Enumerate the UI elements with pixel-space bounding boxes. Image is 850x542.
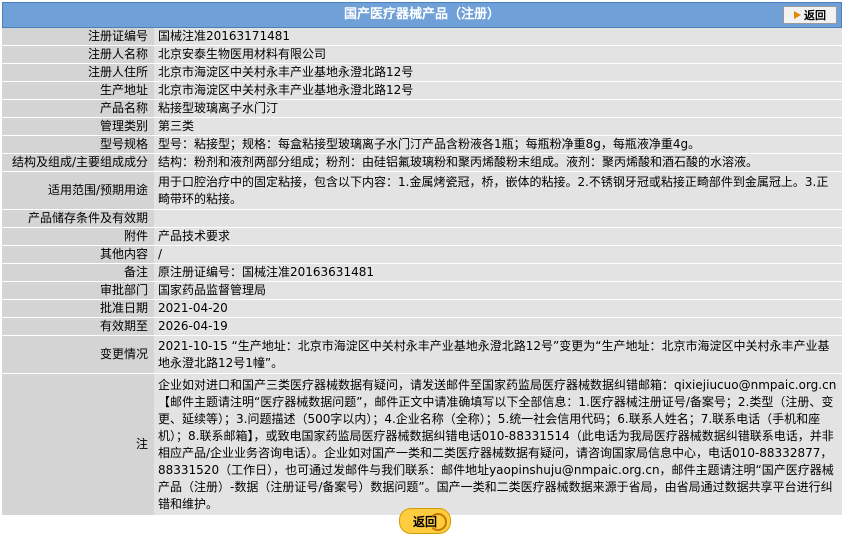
field-value: 型号：粘接型；规格：每盒粘接型玻璃离子水门汀产品含粉液各1瓶；每瓶粉净重8g，每… [154,135,842,154]
row-registration-number: 注册证编号 国械注准20163171481 [2,28,842,46]
field-value: 2021-10-15 “生产地址：北京市海淀区中关村永丰产业基地永澄北路12号”… [154,335,842,374]
detail-table: 注册证编号 国械注准20163171481 注册人名称 北京安泰生物医用材料有限… [2,28,842,516]
field-label: 产品储存条件及有效期 [2,209,154,228]
row-production-address: 生产地址 北京市海淀区中关村永丰产业基地永澄北路12号 [2,81,842,100]
field-value: 北京安泰生物医用材料有限公司 [154,45,842,64]
field-value: 结构：粉剂和液剂两部分组成；粉剂：由硅铝氟玻璃粉和聚丙烯酸粉末组成。液剂：聚丙烯… [154,153,842,172]
field-label: 变更情况 [2,335,154,374]
field-label: 产品名称 [2,99,154,118]
field-label: 注册人住所 [2,63,154,82]
field-value: 国械注准20163171481 [154,28,842,46]
field-value: 第三类 [154,117,842,136]
row-structure-composition: 结构及组成/主要组成成分 结构：粉剂和液剂两部分组成；粉剂：由硅铝氟玻璃粉和聚丙… [2,153,842,172]
field-value: 国家药品监督管理局 [154,281,842,300]
field-value: 2021-04-20 [154,299,842,318]
row-storage-validity: 产品储存条件及有效期 [2,209,842,228]
row-model-spec: 型号规格 型号：粘接型；规格：每盒粘接型玻璃离子水门汀产品含粉液各1瓶；每瓶粉净… [2,135,842,154]
row-other-content: 其他内容 / [2,245,842,264]
field-value: 北京市海淀区中关村永丰产业基地永澄北路12号 [154,63,842,82]
field-label: 型号规格 [2,135,154,154]
field-label: 适用范围/预期用途 [2,171,154,210]
field-label: 注册人名称 [2,45,154,64]
field-value: 企业如对进口和国产三类医疗器械数据有疑问，请发送邮件至国家药监局医疗器械数据纠错… [154,373,842,516]
row-product-name: 产品名称 粘接型玻璃离子水门汀 [2,99,842,118]
field-value: 原注册证编号：国械注准20163631481 [154,263,842,282]
row-valid-until: 有效期至 2026-04-19 [2,317,842,336]
row-remarks: 备注 原注册证编号：国械注准20163631481 [2,263,842,282]
field-label: 注 [2,373,154,516]
back-button-top-label: 返回 [804,9,826,22]
row-approval-date: 批准日期 2021-04-20 [2,299,842,318]
field-label: 批准日期 [2,299,154,318]
field-label: 结构及组成/主要组成成分 [2,153,154,172]
field-value: 产品技术要求 [154,227,842,246]
detail-panel: 国产医疗器械产品（注册） 返回 注册证编号 国械注准20163171481 注册… [2,2,842,516]
field-label: 管理类别 [2,117,154,136]
row-registrant-address: 注册人住所 北京市海淀区中关村永丰产业基地永澄北路12号 [2,63,842,82]
field-value [154,209,842,228]
back-button-top[interactable]: 返回 [783,6,837,24]
arrow-right-icon [794,11,801,19]
field-label: 附件 [2,227,154,246]
field-label: 备注 [2,263,154,282]
row-management-category: 管理类别 第三类 [2,117,842,136]
field-value: 2026-04-19 [154,317,842,336]
field-value: 北京市海淀区中关村永丰产业基地永澄北路12号 [154,81,842,100]
row-note: 注 企业如对进口和国产三类医疗器械数据有疑问，请发送邮件至国家药监局医疗器械数据… [2,373,842,516]
row-registrant-name: 注册人名称 北京安泰生物医用材料有限公司 [2,45,842,64]
back-button-bottom[interactable]: 返回 [399,508,451,534]
panel-title: 国产医疗器械产品（注册） [343,7,500,22]
field-label: 其他内容 [2,245,154,264]
field-value: 粘接型玻璃离子水门汀 [154,99,842,118]
field-value: 用于口腔治疗中的固定粘接，包含以下内容：1.金属烤瓷冠，桥，嵌体的粘接。2.不锈… [154,171,842,210]
field-label: 注册证编号 [2,28,154,46]
field-label: 生产地址 [2,81,154,100]
panel-header: 国产医疗器械产品（注册） 返回 [2,2,842,28]
row-approval-department: 审批部门 国家药品监督管理局 [2,281,842,300]
row-attachment: 附件 产品技术要求 [2,227,842,246]
field-label: 有效期至 [2,317,154,336]
return-arrow-icon [429,513,447,531]
footer: 返回 [0,508,850,534]
row-intended-use: 适用范围/预期用途 用于口腔治疗中的固定粘接，包含以下内容：1.金属烤瓷冠，桥，… [2,171,842,210]
field-value: / [154,245,842,264]
field-label: 审批部门 [2,281,154,300]
row-change-history: 变更情况 2021-10-15 “生产地址：北京市海淀区中关村永丰产业基地永澄北… [2,335,842,374]
